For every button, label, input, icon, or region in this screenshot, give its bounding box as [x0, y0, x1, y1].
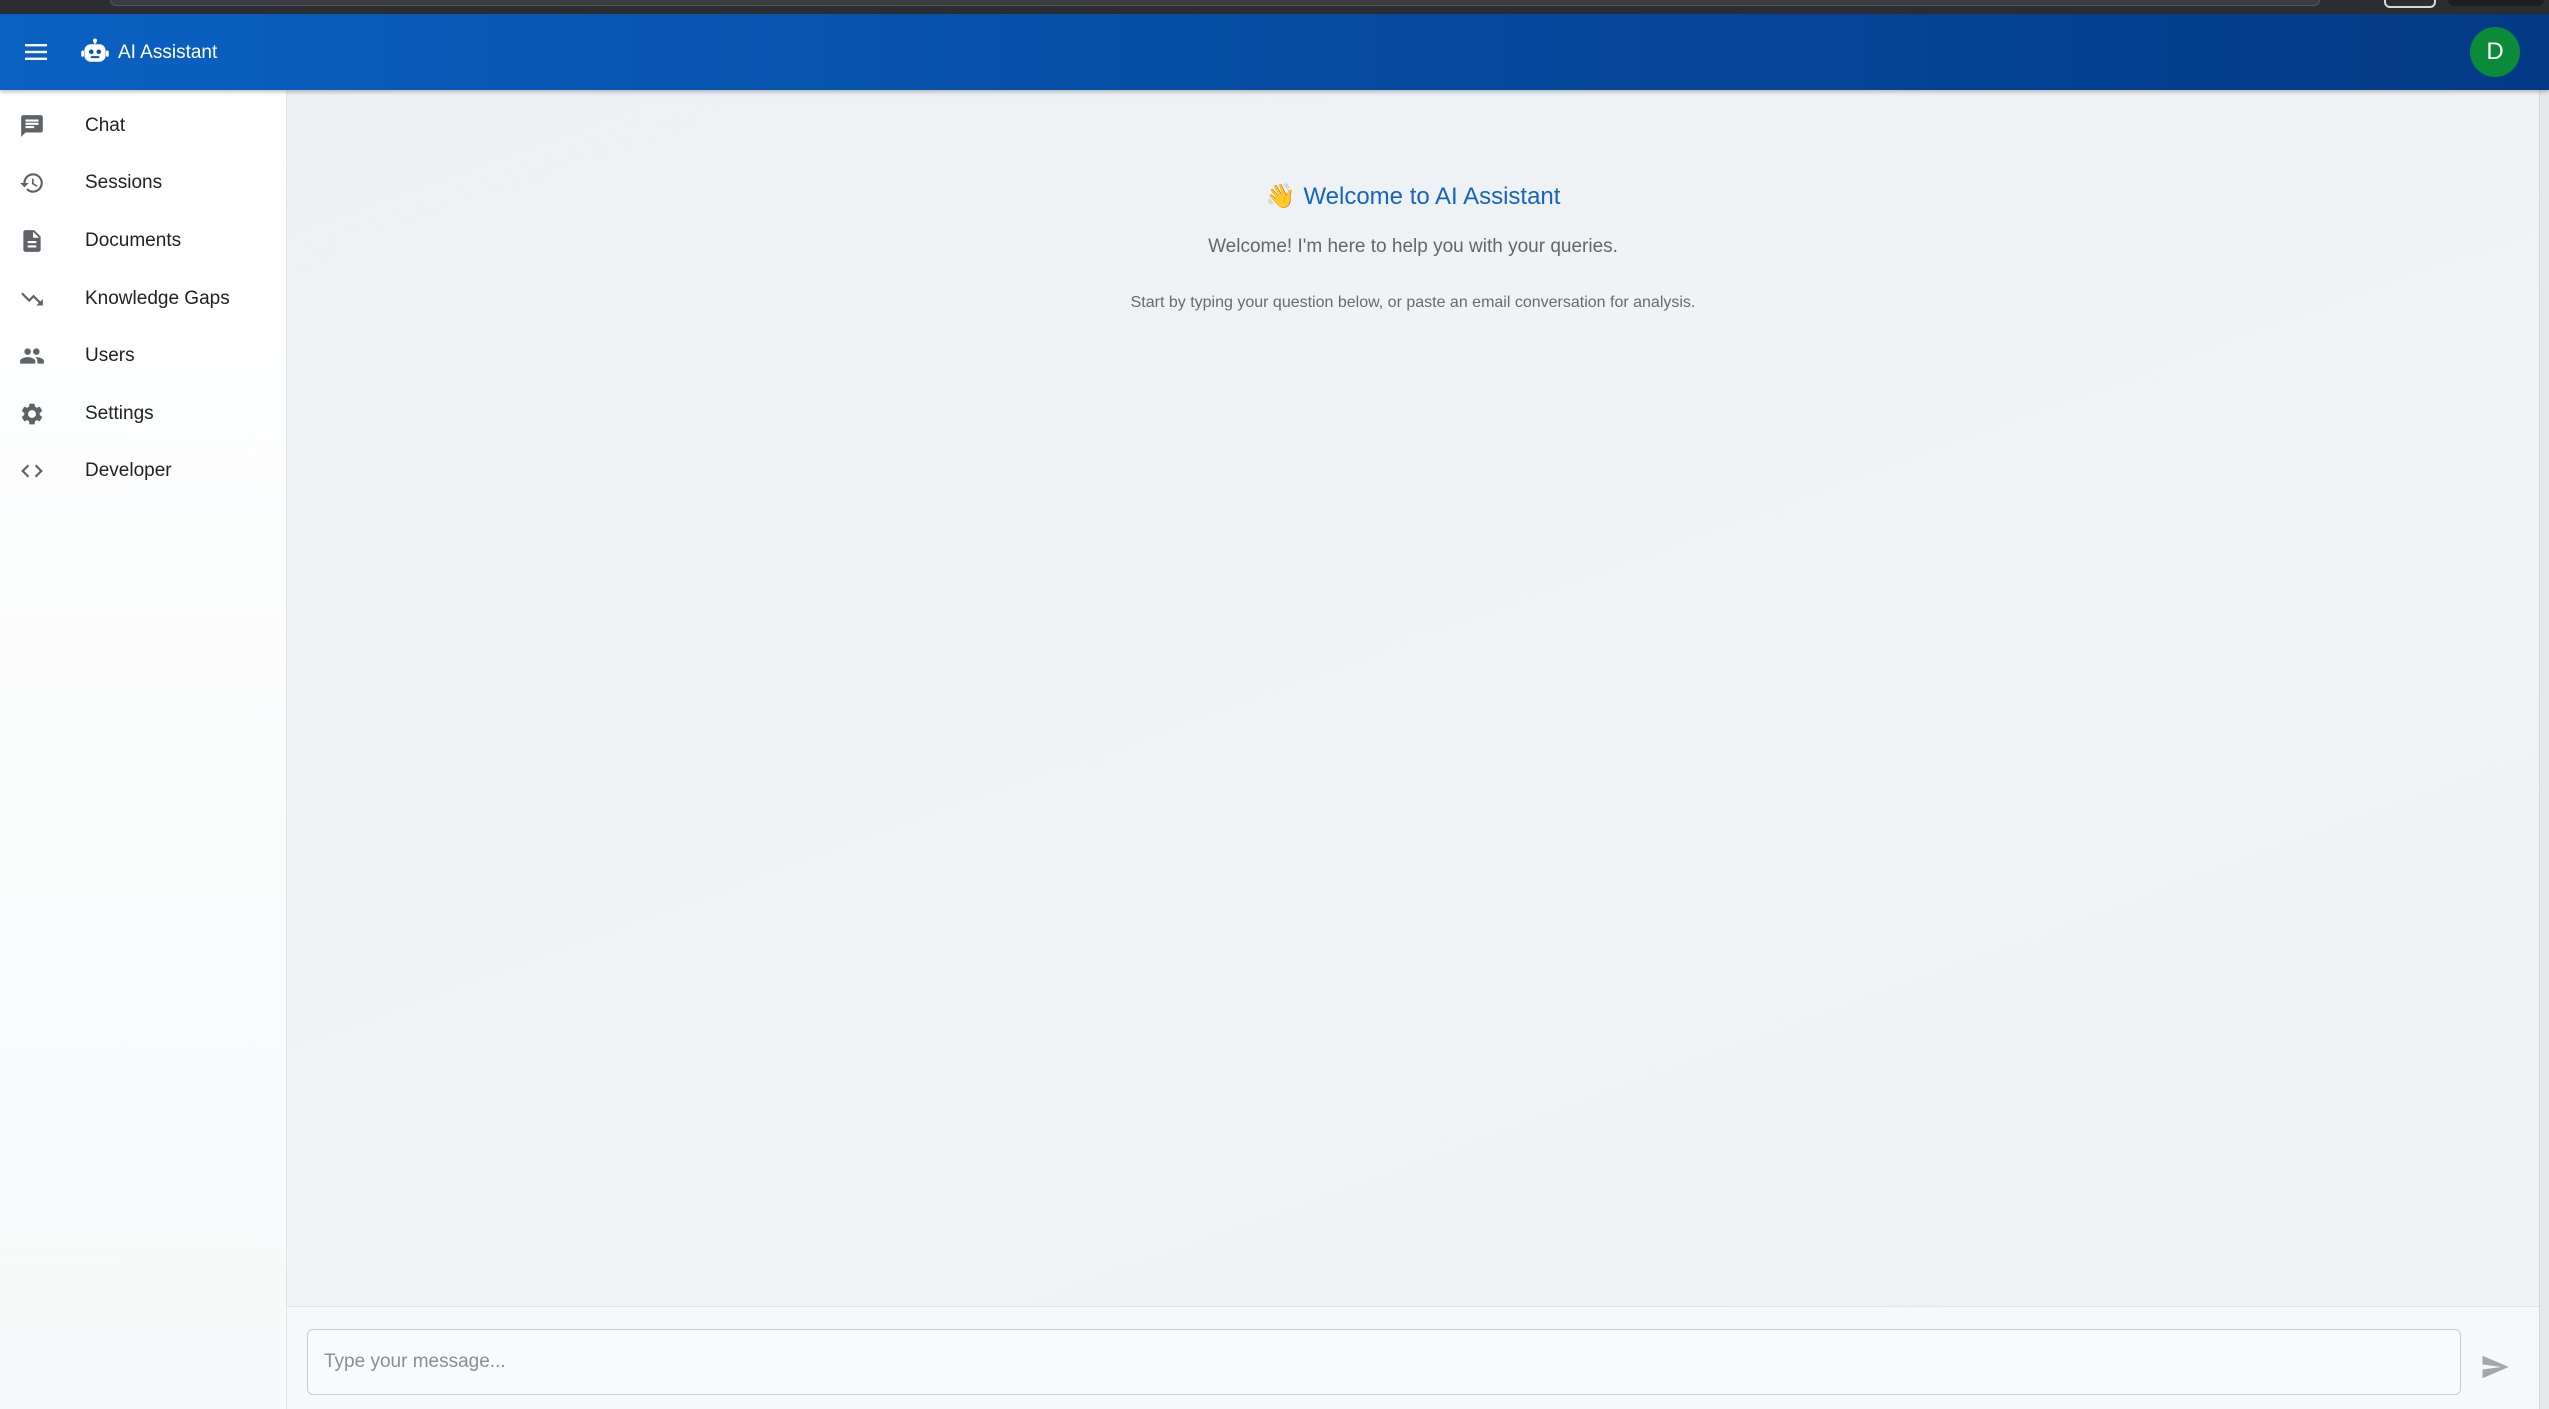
history-icon	[16, 167, 48, 199]
welcome-title: 👋 Welcome to AI Assistant	[287, 182, 2539, 211]
sidebar-item-documents[interactable]: Documents	[0, 213, 287, 269]
app-bar: AI Assistant D	[0, 14, 2549, 90]
robot-icon	[81, 38, 109, 62]
sidebar-item-sessions[interactable]: Sessions	[0, 155, 287, 211]
waving-hand-icon: 👋	[1265, 183, 1296, 210]
browser-address-bar[interactable]	[110, 0, 2320, 6]
send-icon	[2482, 1355, 2509, 1379]
sidebar-item-label: Sessions	[85, 172, 163, 193]
code-icon	[16, 455, 48, 487]
gear-icon	[16, 398, 48, 430]
welcome-hint: Start by typing your question below, or …	[1130, 294, 1696, 311]
sidebar-item-knowledge-gaps[interactable]: Knowledge Gaps	[0, 271, 287, 327]
chat-main-area: 👋 Welcome to AI Assistant Welcome! I'm he…	[287, 90, 2539, 1306]
sidebar-item-settings[interactable]: Settings	[0, 386, 287, 442]
sidebar-item-label: Developer	[85, 460, 172, 481]
hamburger-menu-icon	[25, 44, 47, 60]
sidebar-item-developer[interactable]: Developer	[0, 443, 287, 499]
sidebar-item-label: Chat	[85, 115, 126, 136]
browser-chrome	[0, 0, 2549, 14]
welcome-title-text: Welcome to AI Assistant	[1303, 183, 1561, 210]
users-icon	[16, 340, 48, 372]
message-input[interactable]	[307, 1329, 2461, 1395]
browser-extension-button[interactable]	[2384, 0, 2436, 8]
welcome-subtitle: Welcome! I'm here to help you with your …	[1208, 236, 1618, 257]
app-title: AI Assistant	[118, 42, 218, 63]
sidebar-item-label: Users	[85, 345, 135, 366]
chat-icon	[16, 110, 48, 142]
sidebar-item-users[interactable]: Users	[0, 328, 287, 384]
sidebar-item-chat[interactable]: Chat	[0, 98, 287, 154]
menu-button[interactable]	[18, 34, 54, 70]
trending-down-icon	[16, 283, 48, 315]
sidebar-item-label: Settings	[85, 403, 154, 424]
message-composer	[287, 1306, 2539, 1409]
send-button[interactable]	[2473, 1345, 2517, 1389]
sidebar-item-label: Documents	[85, 230, 182, 251]
avatar-initial: D	[2486, 38, 2504, 65]
document-icon	[16, 225, 48, 257]
sidebar: Chat Sessions Documents Knowledge Gaps U…	[0, 90, 287, 1409]
sidebar-item-label: Knowledge Gaps	[85, 288, 230, 309]
user-avatar[interactable]: D	[2470, 27, 2520, 77]
browser-profile-button[interactable]	[2448, 0, 2544, 6]
page-scrollbar[interactable]	[2539, 90, 2549, 1409]
